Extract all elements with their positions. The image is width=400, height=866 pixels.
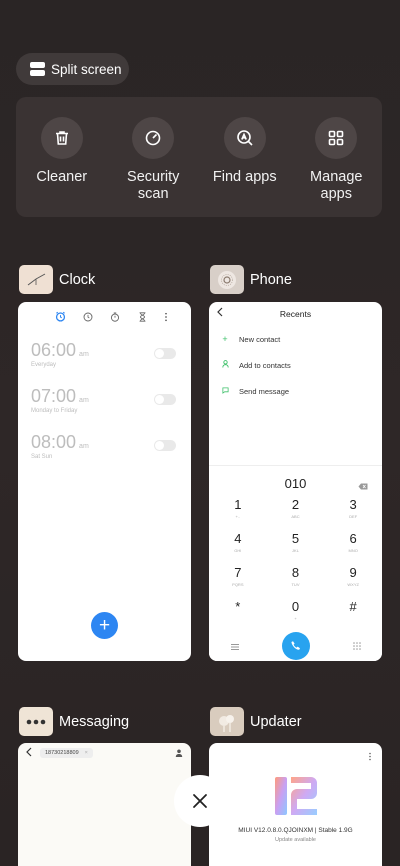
update-status: Update available bbox=[275, 837, 316, 843]
phone-app-icon bbox=[210, 265, 244, 294]
add-to-contacts-item[interactable]: Add to contacts bbox=[209, 352, 382, 378]
dial-key-0[interactable]: 0 + bbox=[267, 598, 325, 630]
version-text: MIUI V12.0.8.0.QJOINXM | Stable 1.9G bbox=[238, 827, 353, 834]
plus-icon: + bbox=[222, 334, 228, 344]
send-message-label: Send message bbox=[239, 386, 290, 396]
clock-app-icon bbox=[19, 265, 53, 294]
phone-title: Recents bbox=[279, 309, 312, 319]
shield-scan-icon bbox=[132, 117, 175, 159]
dialpad-keys: 1 +.. 2 ABC 3 DEF 4 GHI 5 JKL 6 MNO 7 PQRS 8 TUV… bbox=[209, 496, 382, 630]
remove-recipient-icon: × bbox=[84, 750, 88, 756]
back-icon[interactable] bbox=[217, 307, 223, 319]
miui-12-logo bbox=[273, 773, 319, 824]
alarm-item[interactable]: 06:00 am Everyday bbox=[31, 340, 89, 368]
phone-app-name: Phone bbox=[250, 271, 292, 288]
stopwatch-tab-icon[interactable] bbox=[110, 309, 120, 327]
trash-icon bbox=[40, 117, 83, 159]
close-icon bbox=[193, 794, 207, 808]
find-apps-label: Find apps bbox=[212, 169, 277, 185]
alarm-toggle[interactable] bbox=[154, 394, 176, 405]
dialpad: 010 1 +.. 2 ABC 3 DEF 4 GHI 5 JKL 6 MNO 7 PQRS … bbox=[209, 465, 382, 661]
messaging-top-bar: 18730218809 × bbox=[18, 743, 191, 763]
alarm-item[interactable]: 08:00 am Sat Sun bbox=[31, 432, 89, 460]
find-apps-button[interactable]: Find apps bbox=[199, 97, 291, 217]
dial-key-4[interactable]: 4 GHI bbox=[209, 530, 267, 562]
clear-all-button[interactable] bbox=[174, 775, 226, 827]
phone-app-header[interactable]: Phone bbox=[210, 265, 292, 294]
more-options-icon[interactable] bbox=[164, 309, 168, 327]
messaging-app-card[interactable]: 18730218809 × bbox=[18, 743, 191, 866]
new-contact-item[interactable]: + New contact bbox=[209, 326, 382, 352]
updater-app-header[interactable]: Updater bbox=[210, 707, 302, 736]
back-icon[interactable] bbox=[26, 744, 32, 762]
new-contact-label: New contact bbox=[239, 334, 281, 344]
send-message-item[interactable]: Send message bbox=[209, 378, 382, 404]
clock-app-header[interactable]: Clock bbox=[19, 265, 95, 294]
dial-key-5[interactable]: 5 JKL bbox=[267, 530, 325, 562]
recipient-chip[interactable]: 18730218809 × bbox=[40, 748, 93, 758]
dial-key-hash[interactable]: # bbox=[324, 598, 382, 630]
alarm-toggle[interactable] bbox=[154, 440, 176, 451]
dial-key-1[interactable]: 1 +.. bbox=[209, 496, 267, 528]
alarm-time: 08:00 am bbox=[31, 432, 89, 452]
messaging-app-header[interactable]: Messaging bbox=[19, 707, 129, 736]
alarm-repeat: Sat Sun bbox=[31, 454, 53, 460]
person-icon bbox=[221, 360, 229, 370]
alarm-item[interactable]: 07:00 am Monday to Friday bbox=[31, 386, 89, 414]
updater-app-icon bbox=[210, 707, 244, 736]
alarm-time: 07:00 am bbox=[31, 386, 89, 406]
clock-app-name: Clock bbox=[59, 271, 96, 288]
phone-app-card[interactable]: Recents + New contact Add to contacts Sen… bbox=[209, 302, 382, 661]
messaging-app-icon bbox=[19, 707, 53, 736]
phone-icon bbox=[290, 641, 300, 650]
clock-app-card[interactable]: 06:00 am Everyday 07:00 am Monday to Frida… bbox=[18, 302, 191, 661]
call-button[interactable] bbox=[281, 632, 310, 660]
dial-key-7[interactable]: 7 PQRS bbox=[209, 564, 267, 596]
dialpad-toggle-icon[interactable] bbox=[352, 637, 361, 655]
alarm-toggle[interactable] bbox=[154, 348, 176, 359]
timer-tab-icon[interactable] bbox=[138, 309, 147, 327]
dial-key-6[interactable]: 6 MNO bbox=[324, 530, 382, 562]
split-screen-label: Split screen bbox=[51, 61, 122, 77]
manage-apps-button[interactable]: Manage apps bbox=[291, 97, 383, 217]
alarm-tab-icon[interactable] bbox=[55, 309, 66, 327]
security-scan-label: Security scan bbox=[127, 169, 180, 202]
split-screen-button[interactable]: Split screen bbox=[16, 53, 129, 85]
message-icon bbox=[221, 386, 229, 396]
clock-tabs bbox=[18, 302, 191, 326]
dialed-number: 010 bbox=[209, 466, 382, 496]
updater-app-card[interactable]: MIUI V12.0.8.0.QJOINXM | Stable 1.9G Upd… bbox=[209, 743, 382, 866]
phone-top-bar: Recents bbox=[209, 302, 382, 326]
more-options-icon[interactable] bbox=[368, 748, 372, 766]
security-scan-button[interactable]: Security scan bbox=[108, 97, 200, 217]
dial-key-star[interactable]: * bbox=[209, 598, 267, 630]
add-to-contacts-label: Add to contacts bbox=[239, 360, 291, 370]
dial-key-9[interactable]: 9 WXYZ bbox=[324, 564, 382, 596]
cleaner-button[interactable]: Cleaner bbox=[16, 97, 108, 217]
alarm-time: 06:00 am bbox=[31, 340, 89, 360]
quick-tools-panel: Cleaner Security scan Find apps Manage a… bbox=[16, 97, 382, 217]
world-clock-tab-icon[interactable] bbox=[83, 309, 93, 327]
updater-app-name: Updater bbox=[250, 713, 302, 730]
manage-apps-label: Manage apps bbox=[310, 169, 363, 202]
dial-key-8[interactable]: 8 TUV bbox=[267, 564, 325, 596]
alarm-repeat: Monday to Friday bbox=[31, 408, 78, 414]
alarm-repeat: Everyday bbox=[31, 362, 57, 368]
contact-icon[interactable] bbox=[175, 744, 183, 762]
messaging-app-name: Messaging bbox=[59, 713, 130, 730]
cleaner-label: Cleaner bbox=[36, 169, 88, 185]
split-screen-icon bbox=[30, 62, 45, 76]
dial-key-3[interactable]: 3 DEF bbox=[324, 496, 382, 528]
backspace-icon[interactable] bbox=[358, 478, 368, 493]
dial-key-2[interactable]: 2 ABC bbox=[267, 496, 325, 528]
search-apps-icon bbox=[223, 117, 266, 159]
dialpad-actions bbox=[209, 630, 382, 661]
menu-icon[interactable] bbox=[230, 637, 239, 655]
add-alarm-button[interactable]: + bbox=[91, 612, 118, 639]
grid-icon bbox=[315, 117, 358, 159]
